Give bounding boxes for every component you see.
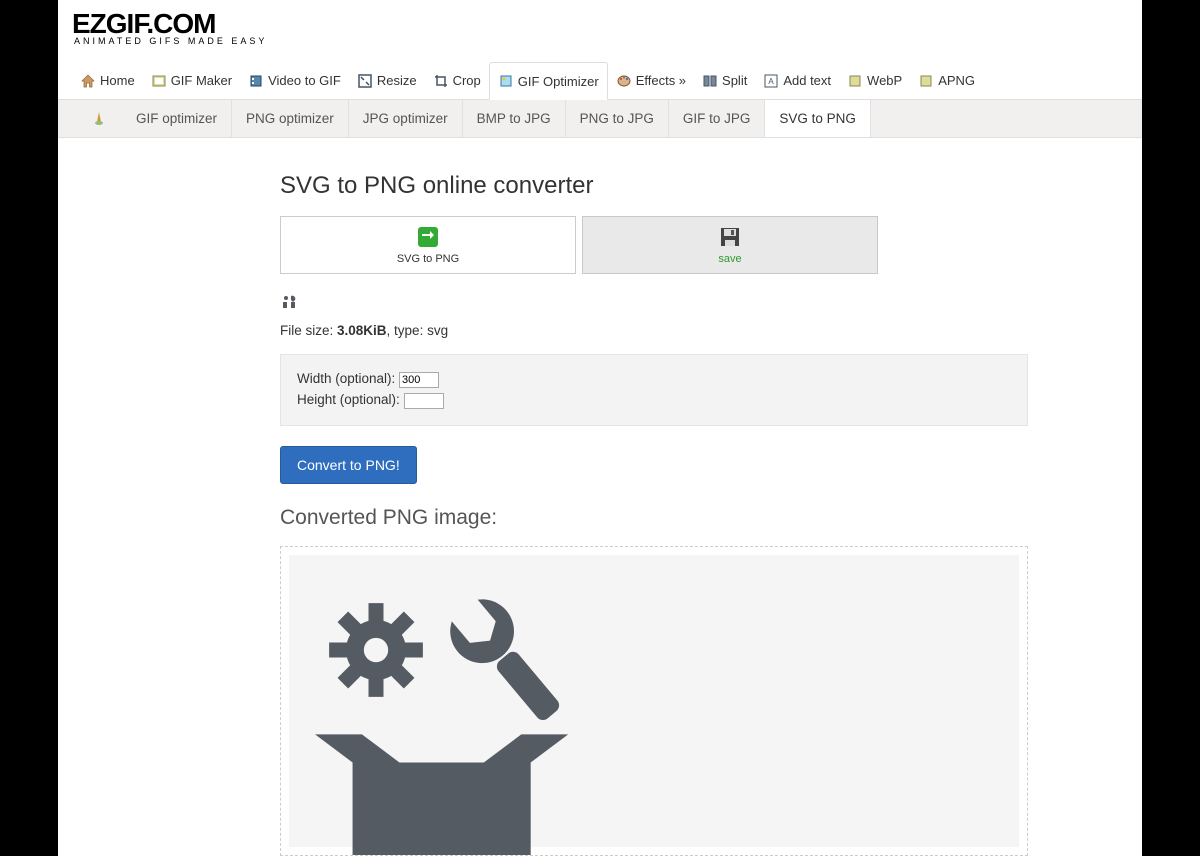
nav-label: WebP — [867, 73, 902, 88]
header: EZGIF.COM ANIMATED GIFS MADE EASY — [58, 0, 1142, 50]
nav-label: GIF Maker — [171, 73, 232, 88]
file-type-suffix: , type: svg — [387, 323, 449, 338]
nav-add-text[interactable]: A Add text — [755, 62, 839, 99]
tile-label: save — [583, 253, 877, 265]
tab-gif-optimizer[interactable]: GIF optimizer — [122, 100, 232, 137]
tab-png-to-jpg[interactable]: PNG to JPG — [566, 100, 669, 137]
main-content: SVG to PNG online converter SVG to PNG s… — [58, 138, 1048, 856]
nav-label: GIF Optimizer — [518, 74, 599, 89]
nav-label: Crop — [453, 73, 481, 88]
file-size-label: File size: — [280, 323, 337, 338]
video-icon — [248, 73, 264, 89]
svg-text:A: A — [769, 77, 775, 86]
result-heading: Converted PNG image: — [280, 506, 1048, 530]
nav-label: Effects » — [636, 73, 686, 88]
output-box — [280, 546, 1028, 856]
output-image — [289, 555, 1019, 847]
webp-icon — [847, 73, 863, 89]
apng-icon — [918, 73, 934, 89]
split-icon — [702, 73, 718, 89]
text-icon: A — [763, 73, 779, 89]
width-label: Width (optional): — [297, 371, 399, 386]
nav-effects[interactable]: Effects » — [608, 62, 694, 99]
logo-subtitle: ANIMATED GIFS MADE EASY — [72, 36, 1128, 46]
nav-gif-maker[interactable]: GIF Maker — [143, 62, 240, 99]
file-size-value: 3.08KiB — [337, 323, 387, 338]
tab-png-optimizer[interactable]: PNG optimizer — [232, 100, 349, 137]
form-box: Width (optional): Height (optional): — [280, 354, 1028, 426]
nav-webp[interactable]: WebP — [839, 62, 910, 99]
sub-nav: GIF optimizer PNG optimizer JPG optimize… — [58, 100, 1142, 138]
nav-video-to-gif[interactable]: Video to GIF — [240, 62, 349, 99]
home-icon — [80, 73, 96, 89]
action-tiles: SVG to PNG save — [280, 216, 1048, 274]
nav-label: Resize — [377, 73, 417, 88]
nav-apng[interactable]: APNG — [910, 62, 983, 99]
height-input[interactable] — [404, 393, 444, 409]
convert-arrows-icon — [416, 225, 440, 249]
nav-resize[interactable]: Resize — [349, 62, 425, 99]
width-input[interactable] — [399, 372, 439, 388]
page-title: SVG to PNG online converter — [280, 172, 1048, 200]
tile-label: SVG to PNG — [281, 253, 575, 265]
convert-button[interactable]: Convert to PNG! — [280, 446, 417, 484]
nav-label: Add text — [783, 73, 831, 88]
tile-save[interactable]: save — [582, 216, 878, 274]
nav-label: Video to GIF — [268, 73, 341, 88]
tab-gif-to-jpg[interactable]: GIF to JPG — [669, 100, 766, 137]
nav-split[interactable]: Split — [694, 62, 755, 99]
file-info: File size: 3.08KiB, type: svg — [280, 294, 1048, 338]
nav-home[interactable]: Home — [72, 62, 143, 99]
film-icon — [151, 73, 167, 89]
nav-label: Home — [100, 73, 135, 88]
nav-label: Split — [722, 73, 747, 88]
nav-label: APNG — [938, 73, 975, 88]
main-nav: Home GIF Maker Video to GIF Resize Crop … — [58, 62, 1142, 100]
save-floppy-icon — [718, 225, 742, 249]
height-label: Height (optional): — [297, 392, 404, 407]
nav-gif-optimizer[interactable]: GIF Optimizer — [489, 62, 608, 100]
tile-svg-to-png[interactable]: SVG to PNG — [280, 216, 576, 274]
crop-icon — [433, 73, 449, 89]
sub-nav-leading-icon — [76, 110, 122, 128]
tab-bmp-to-jpg[interactable]: BMP to JPG — [463, 100, 566, 137]
source-thumbnail-icon — [280, 294, 298, 315]
palette-icon — [616, 73, 632, 89]
tab-jpg-optimizer[interactable]: JPG optimizer — [349, 100, 463, 137]
optimize-icon — [498, 73, 514, 89]
nav-crop[interactable]: Crop — [425, 62, 489, 99]
tab-svg-to-png[interactable]: SVG to PNG — [765, 100, 871, 137]
resize-icon — [357, 73, 373, 89]
